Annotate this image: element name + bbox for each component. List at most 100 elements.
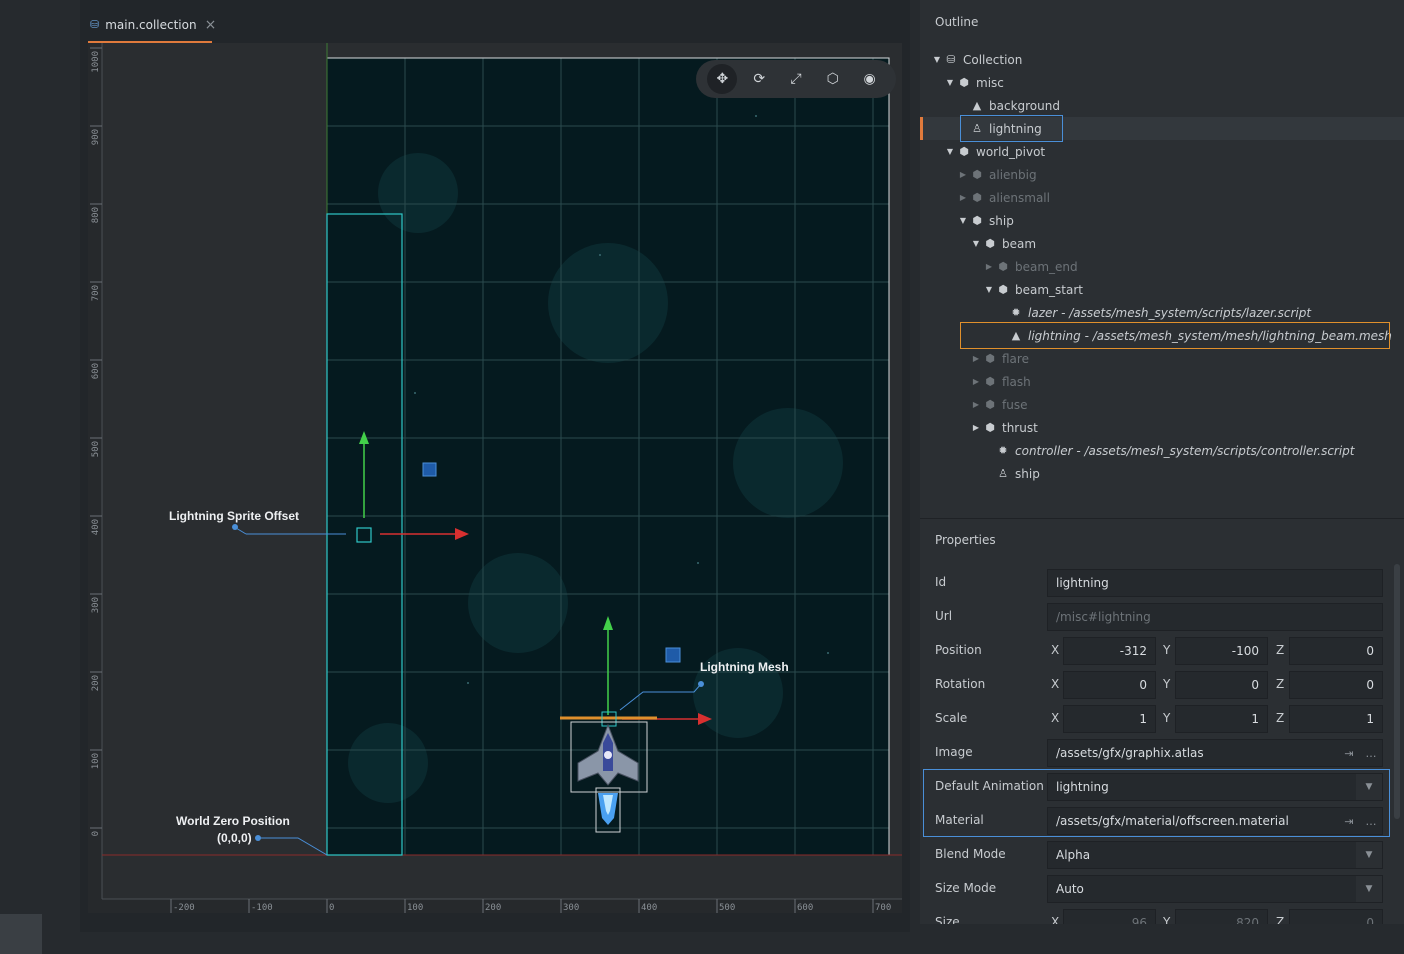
visibility-tool-icon[interactable]: ◉ (855, 64, 885, 94)
script-icon: ✹ (998, 444, 1008, 457)
collapsed-arrow-icon[interactable]: ▶ (957, 170, 969, 179)
position-z-field[interactable]: 0 (1289, 637, 1383, 665)
chevron-down-icon[interactable]: ▼ (1356, 774, 1382, 800)
outline-item[interactable]: ▼ ⬢ misc (920, 71, 1404, 94)
scale-x-field[interactable]: 1 (1063, 705, 1156, 733)
collapsed-arrow-icon[interactable]: ▶ (970, 423, 982, 432)
scene-canvas[interactable]: 10009008007006005004003002001000 -200 -10… (88, 43, 902, 913)
outline-item[interactable]: ▲ background (920, 94, 1404, 117)
collapsed-arrow-icon[interactable]: ▶ (970, 354, 982, 363)
ruler-x-tick-label: 200 (485, 903, 501, 913)
size-mode-select[interactable]: Auto ▼ (1047, 875, 1383, 903)
vertical-ruler (88, 43, 102, 913)
scale-x-label: X (1051, 711, 1060, 725)
size-y-field[interactable]: 820 (1175, 909, 1268, 924)
ruler-x-tick-label: -100 (251, 903, 273, 913)
panel-splitter[interactable] (910, 0, 920, 932)
outline-item[interactable]: ▼ ⬢ ship (920, 209, 1404, 232)
size-x-label: X (1051, 915, 1060, 924)
expanded-arrow-icon[interactable]: ▼ (970, 239, 982, 248)
outline-item[interactable]: ▶ ⬢ fuse (920, 393, 1404, 416)
gameobject-icon: ⬢ (972, 191, 982, 204)
gameobject-icon: ⬢ (959, 76, 969, 89)
browse-resource-icon[interactable]: … (1360, 740, 1382, 766)
mesh-icon: ▲ (972, 99, 982, 112)
outline-item[interactable]: ▶ ⬢ thrust (920, 416, 1404, 439)
annotation-sprite-offset: Lightning Sprite Offset (169, 509, 299, 523)
collapsed-arrow-icon[interactable]: ▶ (970, 377, 982, 386)
script-icon: ✹ (1011, 306, 1021, 319)
size-z-field[interactable]: 0 (1289, 909, 1383, 924)
scene-viewport[interactable]: 1000 900 800 700 600 500 400 300 200 100 0 -200 -10… (88, 43, 902, 913)
outline-item[interactable]: ▶ ⬢ flash (920, 370, 1404, 393)
outline-item[interactable]: ✹ lazer - /assets/mesh_system/scripts/laz… (920, 301, 1404, 324)
outline-item[interactable]: ▼ ⬢ world_pivot (920, 140, 1404, 163)
collapsed-arrow-icon[interactable]: ▶ (957, 193, 969, 202)
image-field[interactable]: /assets/gfx/graphix.atlas ⇥ … (1047, 739, 1383, 767)
expanded-arrow-icon[interactable]: ▼ (983, 285, 995, 294)
scale-z-field[interactable]: 1 (1289, 705, 1383, 733)
size-x-field[interactable]: 96 (1063, 909, 1156, 924)
outline-item[interactable]: ▶ ⬢ beam_end (920, 255, 1404, 278)
scale-y-field[interactable]: 1 (1175, 705, 1268, 733)
rotate-tool-icon[interactable]: ⟳ (744, 64, 774, 94)
expanded-arrow-icon[interactable]: ▼ (944, 147, 956, 156)
outline-item[interactable]: ✹ controller - /assets/mesh_system/script… (920, 439, 1404, 462)
annotation-world-zero: World Zero Position (176, 814, 290, 828)
outline-item[interactable]: ♙ ship (920, 462, 1404, 485)
goto-resource-icon[interactable]: ⇥ (1338, 808, 1360, 834)
blend-mode-label: Blend Mode (935, 847, 1006, 861)
browse-resource-icon[interactable]: … (1360, 808, 1382, 834)
expanded-arrow-icon[interactable]: ▼ (931, 55, 943, 64)
scale-tool-icon[interactable]: ⤢ (781, 64, 811, 94)
outline-item[interactable]: ▼ ⬢ beam (920, 232, 1404, 255)
default-animation-select[interactable]: lightning ▼ (1047, 773, 1383, 801)
expanded-arrow-icon[interactable]: ▼ (944, 78, 956, 87)
ruler-x-tick-label: 600 (797, 903, 813, 913)
ruler-y-tick-label: 800 (91, 207, 101, 223)
gameobject-icon: ⬢ (972, 214, 982, 227)
outline-item[interactable]: ▶ ⬢ flare (920, 347, 1404, 370)
gameobject-icon: ⬢ (998, 260, 1008, 273)
ruler-y-tick-label: 300 (91, 597, 101, 613)
material-field[interactable]: /assets/gfx/material/offscreen.material … (1047, 807, 1383, 835)
ruler-y-tick-label: 0 (91, 831, 101, 836)
chevron-down-icon[interactable]: ▼ (1356, 842, 1382, 868)
ruler-y-tick-label: 900 (91, 129, 101, 145)
outline-item-label: controller - /assets/mesh_system/scripts… (1015, 443, 1355, 458)
ruler-x-tick-label: -200 (173, 903, 195, 913)
collapsed-arrow-icon[interactable]: ▶ (970, 400, 982, 409)
goto-resource-icon[interactable]: ⇥ (1338, 740, 1360, 766)
ruler-x-tick-label: 0 (329, 903, 334, 913)
outline-item[interactable]: ▼ ⬢ beam_start (920, 278, 1404, 301)
sidebar-toggle[interactable] (0, 914, 42, 954)
tab-main-collection[interactable]: ⛁ main.collection × (88, 8, 216, 43)
blend-mode-select[interactable]: Alpha ▼ (1047, 841, 1383, 869)
outline-item[interactable]: ▼ ⛁ Collection (920, 48, 1404, 71)
outline-item[interactable]: ▶ ⬢ alienbig (920, 163, 1404, 186)
outline-item-label: alienbig (989, 167, 1037, 182)
perspective-tool-icon[interactable]: ⬡ (818, 64, 848, 94)
outline-item-label: aliensmall (989, 190, 1050, 205)
outline-item-label: Collection (963, 52, 1023, 67)
position-y-field[interactable]: -100 (1175, 637, 1268, 665)
properties-scrollbar[interactable] (1394, 564, 1400, 819)
chevron-down-icon[interactable]: ▼ (1356, 876, 1382, 902)
url-field[interactable]: /misc#lightning (1047, 603, 1383, 631)
size-label: Size (935, 915, 960, 924)
outline-item-label: ship (1015, 466, 1040, 481)
rotation-x-field[interactable]: 0 (1063, 671, 1156, 699)
rotation-z-field[interactable]: 0 (1289, 671, 1383, 699)
move-tool-icon[interactable]: ✥ (707, 64, 738, 94)
expanded-arrow-icon[interactable]: ▼ (957, 216, 969, 225)
rotation-y-field[interactable]: 0 (1175, 671, 1268, 699)
position-x-field[interactable]: -312 (1063, 637, 1156, 665)
close-icon[interactable]: × (205, 17, 217, 33)
url-label: Url (935, 609, 953, 623)
id-field[interactable]: lightning (1047, 569, 1383, 597)
size-z-label: Z (1276, 915, 1285, 924)
default-animation-label: Default Animation (935, 779, 1044, 793)
gameobject-icon: ⬢ (985, 375, 995, 388)
collapsed-arrow-icon[interactable]: ▶ (983, 262, 995, 271)
outline-item[interactable]: ▶ ⬢ aliensmall (920, 186, 1404, 209)
